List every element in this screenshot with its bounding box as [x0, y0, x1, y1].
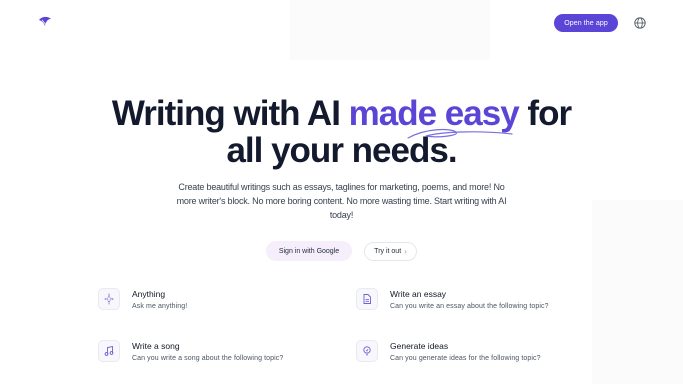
- sparkle-icon: [98, 288, 120, 310]
- hero-subtitle: Create beautiful writings such as essays…: [176, 182, 507, 220]
- feature-card-ideas[interactable]: Generate ideas Can you generate ideas fo…: [356, 340, 596, 370]
- try-it-out-button[interactable]: Try it out ›: [364, 242, 417, 261]
- feature-card-anything[interactable]: Anything Ask me anything!: [98, 288, 338, 318]
- feature-title: Write an essay: [390, 289, 447, 299]
- try-it-out-label: Try it out: [374, 248, 402, 255]
- background-panel: [290, 0, 490, 60]
- underline-squiggle: [407, 128, 513, 139]
- chevron-right-icon: ›: [404, 247, 407, 256]
- sign-in-google-button[interactable]: Sign in with Google: [266, 241, 352, 261]
- hero-title-part2: for: [518, 94, 572, 133]
- background-panel: [592, 200, 683, 384]
- music-note-icon: [98, 340, 120, 362]
- feature-desc: Can you write a song about the following…: [132, 355, 284, 362]
- landing-page: Open the app Writing with AI made easy f…: [0, 0, 683, 384]
- feature-title: Anything: [132, 289, 166, 299]
- feature-title: Generate ideas: [390, 341, 449, 351]
- feature-title: Write a song: [132, 341, 180, 351]
- open-app-button[interactable]: Open the app: [554, 14, 618, 32]
- globe-icon[interactable]: [633, 16, 647, 30]
- feature-desc: Can you generate ideas for the following…: [390, 355, 541, 362]
- feature-desc: Ask me anything!: [132, 303, 188, 310]
- feather-logo-icon[interactable]: [37, 14, 53, 30]
- feature-card-song[interactable]: Write a song Can you write a song about …: [98, 340, 338, 370]
- feature-card-essay[interactable]: Write an essay Can you write an essay ab…: [356, 288, 596, 318]
- feature-desc: Can you write an essay about the followi…: [390, 303, 549, 310]
- hero-title: Writing with AI made easy for all your n…: [0, 95, 683, 169]
- bulb-icon: [356, 340, 378, 362]
- document-icon: [356, 288, 378, 310]
- hero-title-part1: Writing with AI: [111, 94, 349, 133]
